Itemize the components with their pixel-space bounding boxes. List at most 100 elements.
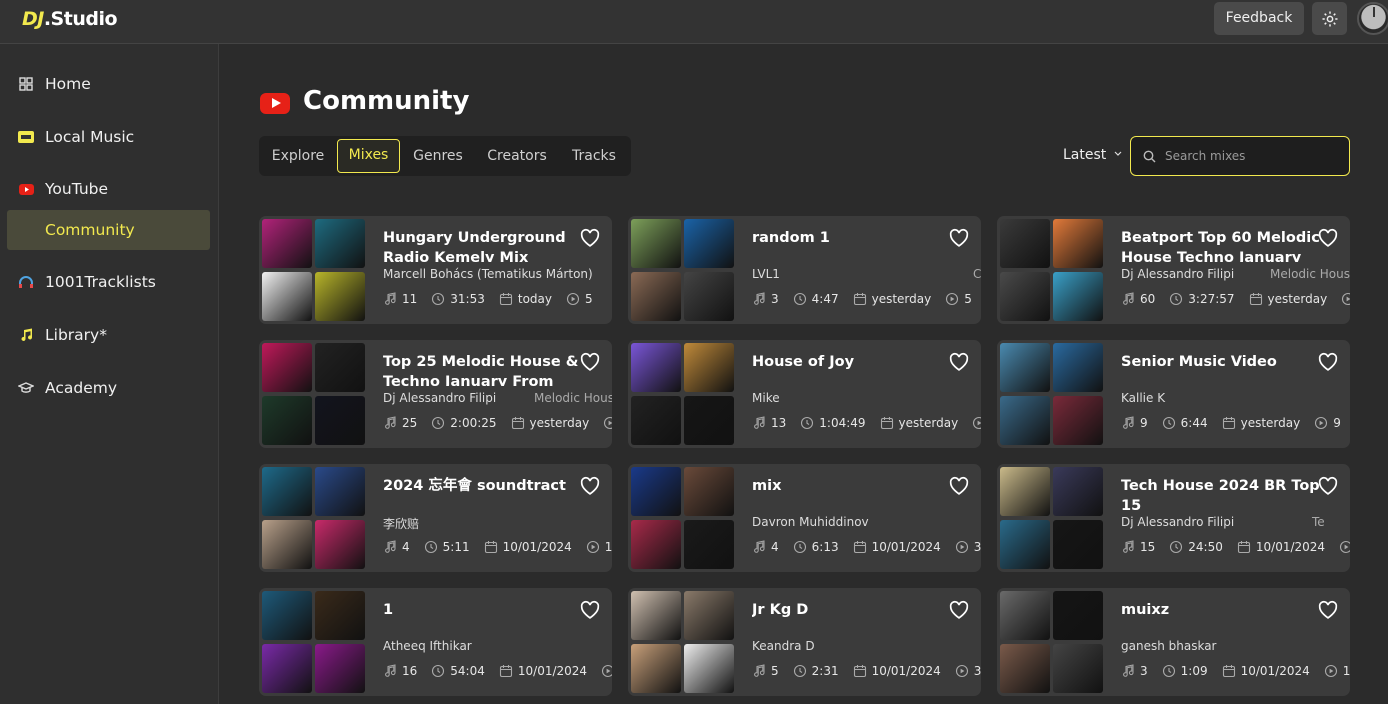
mix-artwork: [262, 591, 366, 693]
mix-author[interactable]: Mike: [752, 391, 780, 405]
mix-date: 10/01/2024: [517, 664, 588, 678]
track-count-group: 3: [752, 292, 779, 306]
mix-author[interactable]: Dj Alessandro Filipi: [1121, 267, 1234, 281]
top-bar: DJ.Studio Feedback: [0, 0, 1388, 44]
mix-duration-group: 54:04: [431, 664, 485, 678]
calendar-icon: [1249, 293, 1262, 306]
mix-author[interactable]: 李欣赔: [383, 515, 419, 532]
mix-artwork: [262, 219, 366, 321]
heart-icon[interactable]: [949, 476, 969, 496]
music-note-icon: [754, 540, 765, 553]
mix-date: 10/01/2024: [1240, 664, 1310, 678]
play-count-icon: [946, 292, 959, 306]
mix-card[interactable]: random 1 LVL1 Ch 3 4:47 yesterday 5: [628, 216, 981, 324]
heart-icon[interactable]: [580, 476, 600, 496]
heart-icon[interactable]: [1318, 600, 1338, 620]
sidebar-item-community[interactable]: Community: [7, 210, 210, 250]
track-thumbnail: [631, 396, 681, 445]
heart-icon[interactable]: [1318, 228, 1338, 248]
sidebar-item-label: YouTube: [45, 180, 109, 198]
mix-card[interactable]: Beatport Top 60 Melodic House Techno Jan…: [997, 216, 1350, 324]
tab-mixes[interactable]: Mixes: [337, 139, 400, 173]
track-thumbnail: [315, 467, 365, 516]
tab-creators[interactable]: Creators: [481, 139, 553, 173]
mix-title[interactable]: mix: [752, 476, 962, 510]
track-count: 4: [771, 540, 779, 554]
tab-genres[interactable]: Genres: [406, 139, 470, 173]
app-logo[interactable]: DJ.Studio: [22, 8, 118, 30]
heart-icon[interactable]: [580, 228, 600, 248]
mix-card[interactable]: Jr Kg D Keandra D 5 2:31 10/01/2024 3: [628, 588, 981, 696]
mix-card[interactable]: Hungary Underground Radio Kemely Mix Marc…: [259, 216, 612, 324]
mix-duration-group: 31:53: [431, 292, 485, 306]
calendar-icon: [853, 665, 866, 678]
sidebar-item-academy[interactable]: Academy: [0, 368, 219, 408]
mix-author[interactable]: LVL1: [752, 267, 780, 281]
mix-title[interactable]: Hungary Underground Radio Kemely Mix: [383, 228, 593, 262]
heart-icon[interactable]: [949, 352, 969, 372]
search-input[interactable]: [1165, 149, 1335, 163]
play-count-group: 5: [945, 292, 972, 306]
mix-date: 10/01/2024: [871, 540, 941, 554]
heart-icon[interactable]: [949, 600, 969, 620]
mix-title[interactable]: random 1: [752, 228, 962, 262]
clock-icon: [424, 540, 437, 554]
mix-title[interactable]: muixz: [1121, 600, 1331, 634]
mix-author[interactable]: ganesh bhaskar: [1121, 639, 1216, 653]
tab-tracks[interactable]: Tracks: [563, 139, 625, 173]
sidebar-item-youtube[interactable]: YouTube: [0, 169, 219, 209]
track-thumbnail: [684, 219, 734, 268]
mix-author[interactable]: Kallie K: [1121, 391, 1165, 405]
mix-date-group: 10/01/2024: [853, 540, 941, 554]
heart-icon[interactable]: [1318, 476, 1338, 496]
sidebar-item-1001tracklists[interactable]: 1001Tracklists: [0, 262, 219, 302]
settings-button[interactable]: [1312, 2, 1347, 35]
heart-icon[interactable]: [1318, 352, 1338, 372]
mix-title[interactable]: Tech House 2024 BR Top 15: [1121, 476, 1331, 510]
mix-card[interactable]: mix Davron Muhiddinov 4 6:13 10/01/2024 3: [628, 464, 981, 572]
track-thumbnail: [1000, 219, 1050, 268]
volume-knob[interactable]: [1357, 2, 1388, 35]
sort-label: Latest: [1063, 147, 1107, 163]
mix-title[interactable]: 2024 忘年會 soundtract: [383, 476, 593, 510]
mix-author[interactable]: Atheeq Ifthikar: [383, 639, 472, 653]
mix-title[interactable]: Jr Kg D: [752, 600, 962, 634]
mix-author[interactable]: Dj Alessandro Filipi: [383, 391, 496, 405]
mix-author[interactable]: Marcell Bohács (Tematikus Márton): [383, 267, 593, 281]
mix-title[interactable]: Senior Music Video: [1121, 352, 1331, 386]
feedback-button[interactable]: Feedback: [1214, 2, 1304, 35]
mix-title[interactable]: Beatport Top 60 Melodic House Techno Jan…: [1121, 228, 1331, 262]
track-count: 13: [771, 416, 787, 430]
heart-icon[interactable]: [949, 228, 969, 248]
sort-dropdown[interactable]: Latest: [1063, 147, 1122, 163]
heart-icon[interactable]: [580, 352, 600, 372]
tab-explore[interactable]: Explore: [265, 139, 331, 173]
track-thumbnail: [262, 591, 312, 640]
sidebar-item-library[interactable]: Library*: [0, 315, 219, 355]
sidebar-item-home[interactable]: Home: [0, 64, 219, 104]
mix-meta: 3 4:47 yesterday 5: [752, 291, 981, 307]
mix-card[interactable]: Top 25 Melodic House & Techno January Fr…: [259, 340, 612, 448]
play-count-group: [1341, 292, 1350, 306]
mix-date: 10/01/2024: [502, 540, 572, 554]
mix-card[interactable]: Tech House 2024 BR Top 15 Dj Alessandro F…: [997, 464, 1350, 572]
play-count-icon: [586, 540, 599, 554]
track-count: 11: [402, 292, 418, 306]
mix-genre: Melodic House: [1270, 267, 1350, 281]
mix-author[interactable]: Dj Alessandro Filipi: [1121, 515, 1234, 529]
mix-author[interactable]: Davron Muhiddinov: [752, 515, 869, 529]
mix-card[interactable]: 2024 忘年會 soundtract 李欣赔 4 5:11 10/01/2024 17: [259, 464, 612, 572]
sidebar-item-local-music[interactable]: Local Music: [0, 117, 219, 157]
mix-card[interactable]: Senior Music Video Kallie K 9 6:44 yesterday…: [997, 340, 1350, 448]
heart-icon[interactable]: [580, 600, 600, 620]
music-note-icon: [1123, 416, 1134, 429]
music-note-icon: [385, 540, 396, 553]
mix-card[interactable]: muixz ganesh bhaskar 3 1:09 10/01/2024 10: [997, 588, 1350, 696]
mix-title[interactable]: Top 25 Melodic House & Techno January Fr…: [383, 352, 593, 386]
mix-title[interactable]: 1: [383, 600, 593, 634]
mix-title[interactable]: House of Joy: [752, 352, 962, 386]
play-count: 5: [964, 292, 972, 306]
mix-card[interactable]: House of Joy Mike 13 1:04:49 yesterday: [628, 340, 981, 448]
mix-author[interactable]: Keandra D: [752, 639, 815, 653]
mix-card[interactable]: 1 Atheeq Ifthikar 16 54:04 10/01/2024: [259, 588, 612, 696]
